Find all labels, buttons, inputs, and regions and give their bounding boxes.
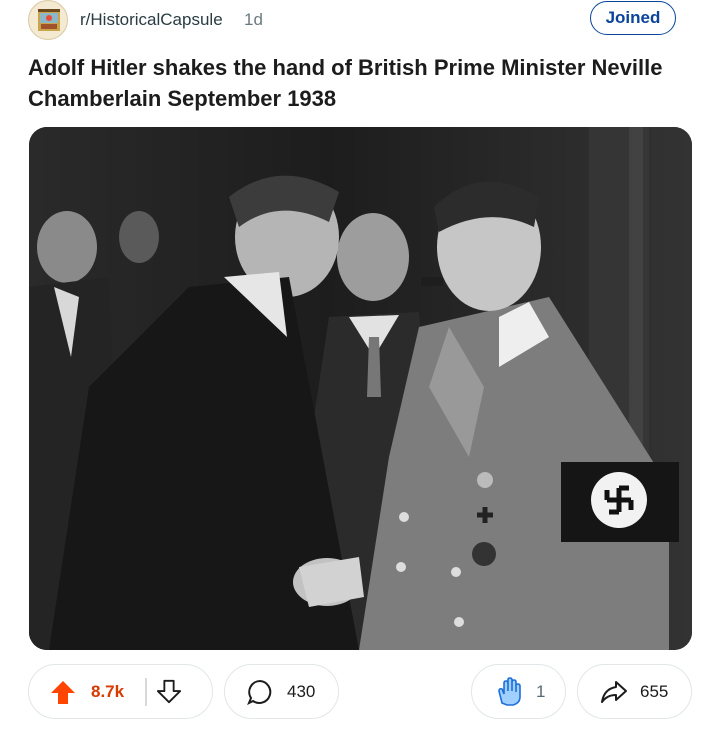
award-hands-icon — [498, 676, 521, 706]
award-button[interactable]: 1 — [471, 664, 566, 719]
subreddit-avatar-icon[interactable] — [28, 0, 68, 40]
comment-bubble-icon — [247, 679, 272, 705]
award-count: 1 — [536, 681, 546, 701]
share-count: 655 — [640, 681, 669, 701]
share-arrow-icon — [601, 680, 627, 703]
comments-button[interactable]: 430 — [224, 664, 339, 719]
share-icon-wrap — [598, 679, 630, 705]
post-image[interactable] — [29, 127, 692, 650]
vote-control: 8.7k — [28, 664, 213, 719]
action-bar: 8.7k 430 1 655 — [0, 664, 720, 720]
post-age: 1d — [244, 10, 263, 29]
comment-icon-wrap — [245, 679, 275, 705]
upvote-count: 8.7k — [91, 681, 125, 701]
comment-count: 430 — [287, 681, 316, 701]
upvote-arrow-icon — [51, 680, 75, 704]
upvote-button[interactable] — [43, 678, 83, 706]
subreddit-name[interactable]: r/HistoricalCapsule — [80, 10, 223, 30]
post-title[interactable]: Adolf Hitler shakes the hand of British … — [28, 52, 688, 114]
downvote-button[interactable] — [147, 679, 191, 705]
downvote-arrow-icon — [156, 679, 181, 703]
share-button[interactable]: 655 — [577, 664, 692, 719]
joined-button[interactable]: Joined — [590, 1, 676, 35]
post-header: r/HistoricalCapsule 1d Joined — [28, 0, 692, 42]
award-icon-wrap — [494, 676, 526, 707]
